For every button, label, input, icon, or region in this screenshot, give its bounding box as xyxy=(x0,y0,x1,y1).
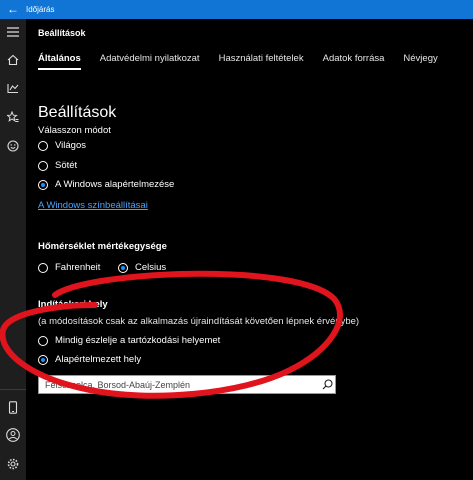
radio-fahrenheit[interactable]: Fahrenheit xyxy=(38,262,100,273)
phone-icon[interactable] xyxy=(2,396,24,418)
settings-panel: Beállítások Általános Adatvédelmi nyilat… xyxy=(26,19,473,480)
tab-terms[interactable]: Használati feltételek xyxy=(219,53,304,70)
radio-label: Világos xyxy=(55,140,86,151)
radio-circle-checked[interactable] xyxy=(118,262,128,273)
title-bar: ← Időjárás xyxy=(0,0,473,19)
location-search-box[interactable] xyxy=(38,375,336,394)
tab-privacy[interactable]: Adatvédelmi nyilatkozat xyxy=(100,53,200,70)
radio-light[interactable]: Világos xyxy=(38,140,86,151)
radio-circle[interactable] xyxy=(38,160,48,171)
back-arrow-icon[interactable]: ← xyxy=(0,0,26,19)
radio-circle-checked[interactable] xyxy=(38,354,48,365)
radio-label: Alapértelmezett hely xyxy=(55,354,142,365)
emoji-icon[interactable] xyxy=(2,135,24,157)
location-search-input[interactable] xyxy=(39,375,319,394)
radio-label: A Windows alapértelmezése xyxy=(55,179,175,190)
map-icon[interactable] xyxy=(2,77,24,99)
tab-data-sources[interactable]: Adatok forrása xyxy=(323,53,385,70)
radio-label: Celsius xyxy=(135,262,167,273)
radio-circle-checked[interactable] xyxy=(38,179,48,190)
radio-windows-default[interactable]: A Windows alapértelmezése xyxy=(38,179,174,190)
search-icon[interactable] xyxy=(319,377,335,393)
settings-icon[interactable] xyxy=(2,453,24,475)
radio-detect-location[interactable]: Mindig észlelje a tartózkodási helyemet xyxy=(38,335,220,346)
page-title: Beállítások xyxy=(38,104,117,121)
radio-circle[interactable] xyxy=(38,140,48,151)
header-title: Beállítások xyxy=(38,28,86,38)
favorites-icon[interactable] xyxy=(2,106,24,128)
rail-divider xyxy=(0,389,26,390)
radio-circle[interactable] xyxy=(38,335,48,346)
account-icon[interactable] xyxy=(2,424,24,446)
radio-default-location[interactable]: Alapértelmezett hely xyxy=(38,354,141,365)
launch-location-note: (a módosítások csak az alkalmazás újrain… xyxy=(38,316,360,327)
mode-label: Válasszon módot xyxy=(38,125,111,136)
hamburger-icon[interactable] xyxy=(2,21,24,43)
radio-celsius[interactable]: Celsius xyxy=(118,262,166,273)
windows-color-settings-link[interactable]: A Windows színbeállításai xyxy=(38,200,148,211)
temperature-title: Hőmérséklet mértékegysége xyxy=(38,241,167,252)
tab-about[interactable]: Névjegy xyxy=(403,53,437,70)
radio-label: Sötét xyxy=(55,160,78,171)
radio-label: Mindig észlelje a tartózkodási helyemet xyxy=(55,335,221,346)
home-icon[interactable] xyxy=(2,49,24,71)
radio-dark[interactable]: Sötét xyxy=(38,160,77,171)
radio-label: Fahrenheit xyxy=(55,262,101,273)
window-title: Időjárás xyxy=(26,5,55,14)
tab-bar: Általános Adatvédelmi nyilatkozat Haszná… xyxy=(38,53,457,70)
launch-location-title: Indításkori hely xyxy=(38,299,108,310)
radio-circle[interactable] xyxy=(38,262,48,273)
nav-rail xyxy=(0,19,26,480)
tab-general[interactable]: Általános xyxy=(38,53,81,70)
